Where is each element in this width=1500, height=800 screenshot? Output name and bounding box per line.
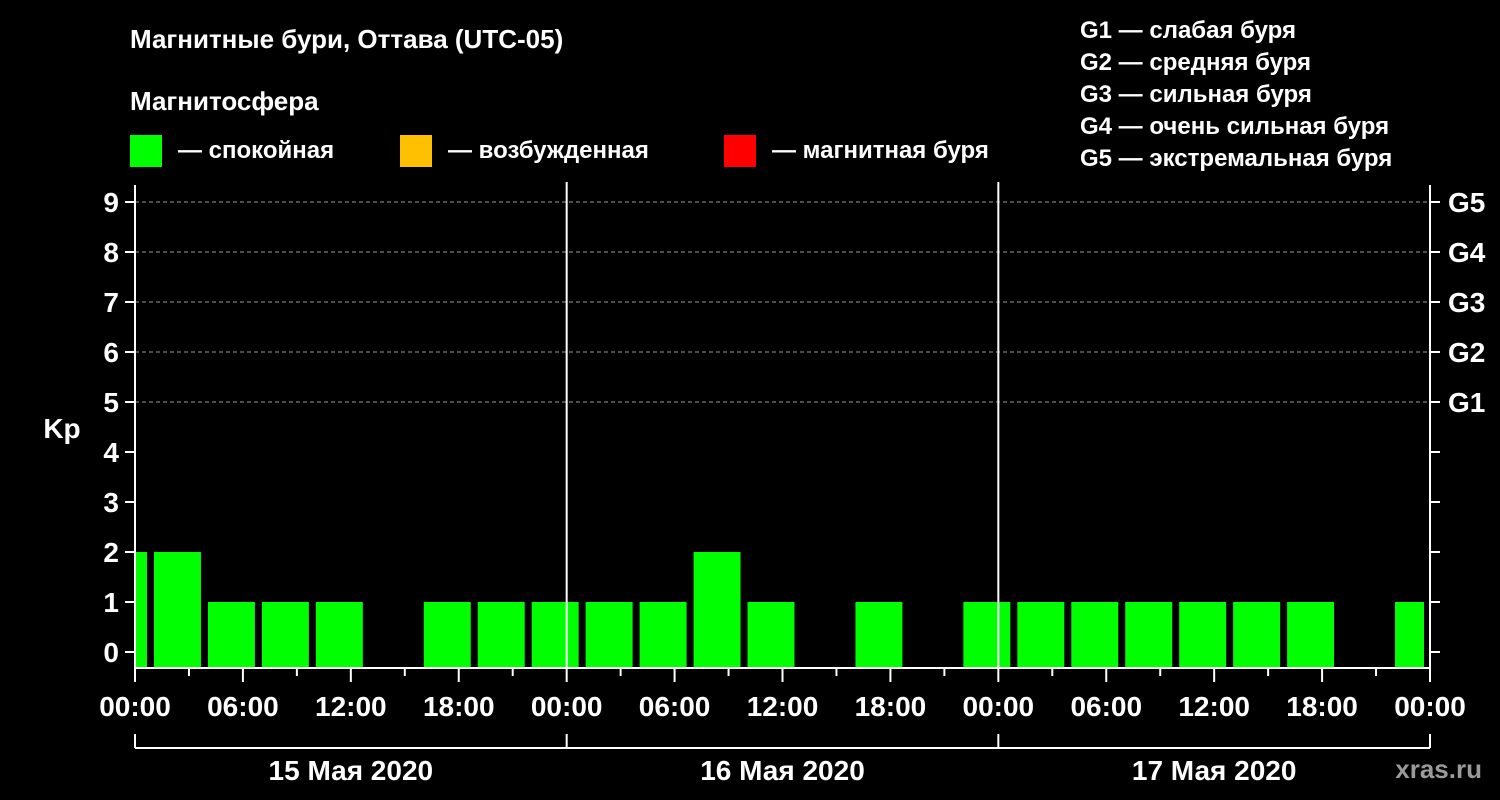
bars [136, 552, 1424, 668]
legend-swatch-disturbed [400, 135, 432, 167]
x-ticks: 00:00 06:00 12:00 18:00 00:00 06:00 12:00 18:00… [99, 668, 1466, 722]
x-tick-label: 18:00 [855, 691, 927, 722]
day-label: 16 Мая 2020 [700, 755, 865, 786]
storm-level-label: G3 [1448, 287, 1485, 318]
bar-14 [855, 602, 903, 668]
bar-20 [1179, 602, 1227, 668]
x-tick-label: 12:00 [315, 691, 387, 722]
bar-3 [261, 602, 309, 668]
bar-12 [747, 602, 795, 668]
storm-level-label: G5 [1448, 187, 1485, 218]
x-tick-label: 00:00 [963, 691, 1035, 722]
y-tick-label: 1 [103, 587, 119, 618]
chart-title: Магнитные бури, Оттава (UTC-05) [130, 24, 563, 54]
bar-22 [1287, 602, 1335, 668]
legend-label-quiet: — спокойная [178, 137, 334, 164]
watermark: xras.ru [1395, 754, 1482, 784]
bar-24 [1395, 602, 1424, 668]
grid [135, 201, 1430, 403]
storm-legend-g4: G4 — очень сильная буря [1080, 113, 1389, 140]
day-label: 15 Мая 2020 [269, 755, 434, 786]
x-tick-label: 06:00 [1070, 691, 1142, 722]
bar-6 [423, 602, 471, 668]
x-tick-label: 00:00 [99, 691, 171, 722]
bar-7 [477, 602, 525, 668]
bar-21 [1233, 602, 1281, 668]
y-tick-label: 0 [103, 637, 119, 668]
storm-legend: G1 — слабая буря G2 — средняя буря G3 — … [1080, 17, 1392, 172]
bar-10 [639, 602, 687, 668]
bar-9 [585, 602, 633, 668]
kp-chart: Магнитные бури, Оттава (UTC-05) Магнитос… [43, 17, 1486, 786]
legend-swatch-storm [724, 135, 756, 167]
y-tick-label: 3 [103, 487, 119, 518]
legend-label-disturbed: — возбужденная [448, 137, 649, 164]
y-tick-label: 7 [103, 287, 119, 318]
x-tick-label: 00:00 [531, 691, 603, 722]
storm-level-ticks: G1 G2 G3 G4 G5 [1448, 187, 1486, 418]
y-tick-label: 6 [103, 337, 119, 368]
bar-4 [315, 602, 363, 668]
y-ticks: 0 1 2 3 4 5 6 7 8 9 [103, 187, 1440, 668]
y-tick-label: 9 [103, 187, 119, 218]
bar-16 [963, 602, 1011, 668]
y-axis-label: Kp [43, 413, 80, 444]
day-label: 17 Мая 2020 [1132, 755, 1297, 786]
storm-legend-g2: G2 — средняя буря [1080, 49, 1311, 76]
y-tick-label: 2 [103, 537, 119, 568]
x-tick-label: 06:00 [207, 691, 279, 722]
bar-19 [1125, 602, 1173, 668]
bar-0 [136, 552, 147, 668]
x-tick-label: 12:00 [747, 691, 819, 722]
bar-11 [693, 552, 741, 668]
storm-legend-g5: G5 — экстремальная буря [1080, 145, 1392, 172]
storm-level-label: G4 [1448, 237, 1486, 268]
day-labels: 15 Мая 2020 16 Мая 2020 17 Мая 2020 [134, 734, 1431, 786]
axes [134, 182, 1431, 669]
x-tick-label: 18:00 [423, 691, 495, 722]
storm-level-label: G2 [1448, 337, 1485, 368]
storm-legend-g1: G1 — слабая буря [1080, 17, 1296, 44]
y-tick-label: 5 [103, 387, 119, 418]
y-tick-label: 4 [103, 437, 119, 468]
legend-swatch-quiet [130, 135, 162, 167]
bar-18 [1071, 602, 1119, 668]
magnetosphere-legend: — спокойная — возбужденная — магнитная б… [130, 135, 989, 167]
legend-label-storm: — магнитная буря [772, 137, 989, 164]
x-tick-label: 00:00 [1394, 691, 1466, 722]
x-tick-label: 18:00 [1286, 691, 1358, 722]
magnetosphere-title: Магнитосфера [130, 86, 319, 116]
bar-1 [153, 552, 201, 668]
bar-8 [531, 602, 579, 668]
storm-level-label: G1 [1448, 387, 1485, 418]
x-tick-label: 12:00 [1178, 691, 1250, 722]
storm-legend-g3: G3 — сильная буря [1080, 81, 1312, 108]
bar-17 [1017, 602, 1065, 668]
x-tick-label: 06:00 [639, 691, 711, 722]
y-tick-label: 8 [103, 237, 119, 268]
bar-2 [207, 602, 255, 668]
